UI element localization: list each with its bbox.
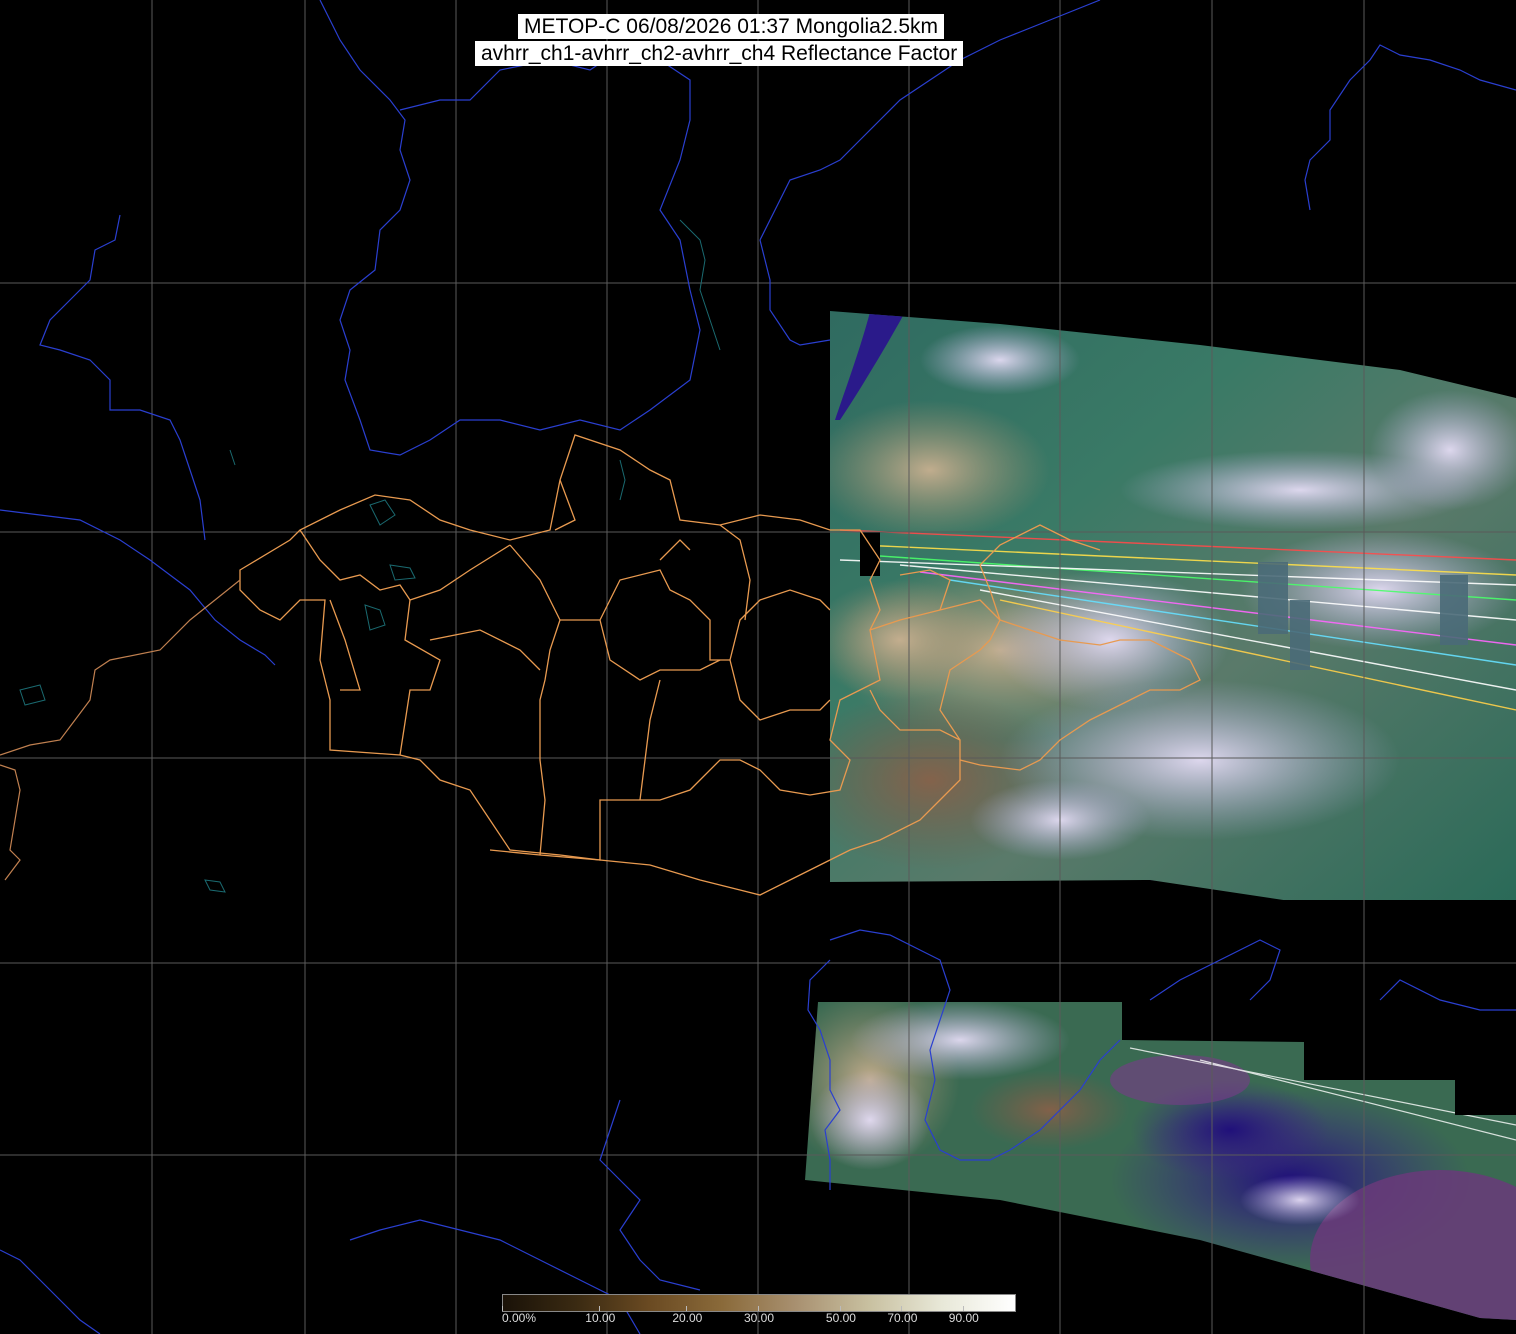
data-gap (860, 532, 880, 576)
title-line-1: METOP-C 06/08/2026 01:37 Mongolia2.5km (518, 14, 945, 39)
colorbar-tick-label: 30.00 (744, 1311, 775, 1325)
colorbar-tick-label: 0.00% (502, 1311, 537, 1325)
colorbar-tick-label: 90.00 (948, 1311, 979, 1325)
colorbar-tick-label: 50.00 (825, 1311, 856, 1325)
colorbar-tick-label: 20.00 (672, 1311, 703, 1325)
title-line-2: avhrr_ch1-avhrr_ch2-avhrr_ch4 Reflectanc… (475, 41, 964, 66)
satellite-map (0, 0, 1516, 1334)
colorbar-tick-label: 70.00 (887, 1311, 918, 1325)
colorbar-tick-label: 10.00 (585, 1311, 616, 1325)
colorbar (502, 1294, 1016, 1312)
